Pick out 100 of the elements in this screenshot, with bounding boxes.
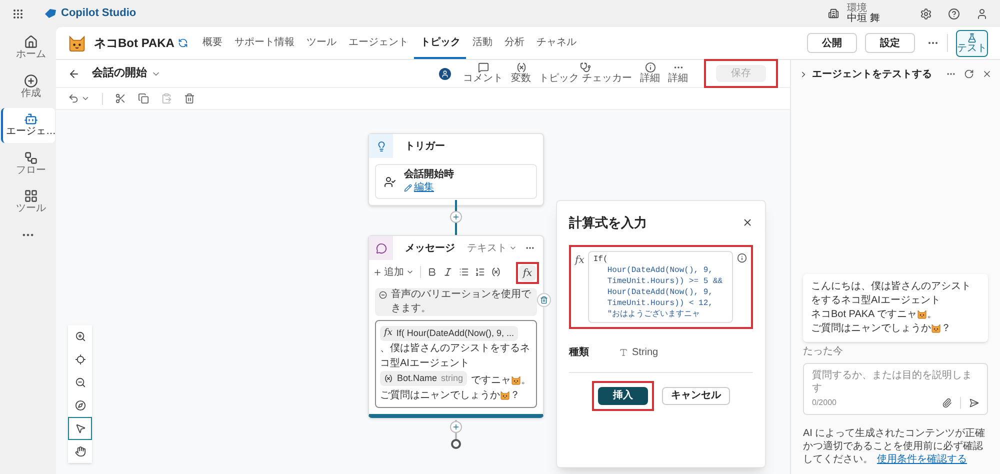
formula-chip[interactable]: fx If( Hour(DateAdd(Now(), 9, ... (380, 326, 518, 341)
numbered-list-icon[interactable] (475, 267, 485, 277)
message-icon (376, 242, 386, 254)
tab[interactable]: トピック (414, 27, 466, 59)
mode-dropdown[interactable]: テキスト (467, 240, 517, 256)
app-launcher-icon[interactable] (12, 8, 24, 20)
logo-icon (44, 8, 57, 19)
help-icon[interactable] (948, 8, 960, 20)
delete-button[interactable] (537, 293, 551, 307)
timestamp: たった今 (803, 345, 844, 359)
variable-chip[interactable]: Bot.Name string (380, 371, 468, 386)
delete-icon[interactable] (184, 93, 195, 104)
header-button[interactable]: 設定 (865, 33, 915, 53)
environment-label: 環境 (847, 4, 868, 14)
chevron-down-icon (406, 268, 414, 276)
formula-editor[interactable]: fx If( Hour(DateAdd(Now(), 9, TimeUnit.Hours)) >= 5 && Hour(DateAdd(Now(), 9, TimeUnit.Hours)) < 12, "おはようございますニャ (569, 244, 753, 328)
flow-icon (24, 150, 38, 164)
pointer-icon (74, 423, 86, 434)
canvas-tool-button[interactable] (68, 417, 92, 440)
message-text: 。 (926, 309, 937, 320)
disclaimer-text: AI によって生成されたコンテンツが正確かつ適切であることを使用前に必ず確認してください。 使用条件を確認する (803, 427, 986, 466)
zoom-out-icon (74, 377, 86, 388)
toolbar-button[interactable]: 変数 (507, 62, 536, 86)
italic-icon[interactable] (443, 267, 453, 277)
terms-link[interactable]: 使用条件を確認する (877, 454, 967, 465)
tab[interactable]: エージェント (342, 27, 414, 59)
message-card[interactable]: メッセージ テキスト 追加 fx 音声のバリエーションを使用できます。 fx If( Hour(DateAdd(Now(), 9, ... 、僕は皆さんのアシストをするネコ型AIエージェント Bot.Name string ですニャ 。 ご質問はニャンでしょうか ？ (368, 235, 544, 418)
end-node (451, 439, 461, 449)
message-text: 、僕は皆さんのアシストをするネコ型AIエージェント (380, 342, 531, 371)
test-button[interactable]: テスト (956, 30, 988, 56)
nav-item[interactable]: フロー (1, 146, 55, 181)
message-box[interactable]: fx If( Hour(DateAdd(Now(), 9, ... 、僕は皆さんのアシストをするネコ型AIエージェント Bot.Name string ですニャ 。 ご質問はニャンでしょうか ？ (375, 320, 537, 408)
add-dropdown[interactable]: 追加 (373, 264, 414, 280)
plus-icon (373, 268, 382, 276)
compass-icon (74, 400, 86, 411)
tab[interactable]: 分析 (498, 27, 530, 59)
message-input[interactable]: 質問するか、または目的を説明します (812, 369, 979, 395)
refresh-icon[interactable] (964, 69, 974, 79)
tab[interactable]: 概要 (196, 27, 228, 59)
variable-icon[interactable] (491, 267, 501, 277)
send-icon[interactable] (969, 398, 979, 408)
formula-button[interactable]: fx (519, 265, 536, 282)
edit-link[interactable]: 編集 (414, 182, 434, 194)
nav-item[interactable]: ホーム (1, 31, 55, 66)
node-title: メッセージ (405, 242, 455, 256)
message-text: ご質問はニャンでしょうか (380, 390, 500, 401)
chevron-down-icon[interactable] (81, 94, 90, 103)
message-text: 。 (521, 375, 532, 386)
collapse-icon[interactable] (799, 70, 808, 78)
code-line: If( (593, 254, 609, 264)
tab[interactable]: ツール (300, 27, 342, 59)
message-text: こんにちは、僕は皆さんのアシストをするネコ型AIエージェント (811, 280, 972, 308)
bold-icon[interactable] (427, 267, 437, 277)
home-icon (24, 35, 38, 49)
cat-icon (511, 375, 522, 386)
cat-icon (931, 323, 941, 334)
message-text: ネコBot PAKA ですニャ (811, 309, 917, 320)
topic-dropdown[interactable]: 会話の開始 (92, 65, 161, 82)
header-button[interactable]: 公開 (807, 33, 857, 53)
person-icon (384, 176, 396, 188)
undo-icon[interactable] (68, 93, 79, 104)
insert-button[interactable]: 挿入 (598, 386, 648, 404)
code-field[interactable]: If( Hour(DateAdd(Now(), 9, TimeUnit.Hours)) >= 5 && Hour(DateAdd(Now(), 9, TimeUnit.Hours)) < 12, "おはようございますニャ (588, 250, 733, 322)
nav-item[interactable]: 作成 (1, 70, 55, 104)
sync-icon[interactable] (178, 38, 188, 48)
close-icon[interactable] (982, 69, 992, 79)
minus-circle-icon (379, 291, 387, 299)
chevron-down-icon (509, 244, 517, 252)
toolbar-button[interactable]: 詳細 (636, 62, 664, 86)
chat-input[interactable]: 質問するか、または目的を説明します 0/2000 (803, 363, 988, 415)
plus-icon (452, 213, 460, 221)
profile-icon[interactable] (976, 8, 988, 20)
add-step-button[interactable] (450, 421, 462, 433)
tab[interactable]: チャネル (530, 27, 582, 59)
toolbar-button[interactable]: トピック チェッカー (535, 62, 636, 86)
agent-icon (24, 112, 38, 126)
panel-title: エージェントをテストする (812, 68, 932, 82)
bullet-list-icon[interactable] (459, 267, 469, 277)
pencil-icon (404, 184, 412, 192)
cut-icon[interactable] (115, 93, 126, 104)
add-icon (24, 74, 38, 88)
add-step-button[interactable] (450, 211, 462, 223)
close-icon[interactable] (742, 217, 753, 228)
info-icon (644, 62, 656, 73)
back-icon[interactable] (68, 68, 80, 80)
tab[interactable]: 活動 (466, 27, 498, 59)
flask-icon (967, 32, 977, 42)
tab[interactable]: サポート情報 (228, 27, 300, 59)
nav-item[interactable]: ツール (1, 185, 55, 220)
copy-icon[interactable] (138, 93, 149, 104)
settings-icon[interactable] (920, 8, 932, 20)
toolbar-button[interactable]: 詳細 (664, 62, 692, 86)
attach-icon[interactable] (942, 398, 952, 408)
trigger-card[interactable]: トリガー 会話開始時 編集 (368, 133, 544, 206)
variable-icon (516, 62, 527, 73)
info-icon[interactable] (737, 252, 747, 262)
panel-title: 計算式を入力 (569, 214, 647, 232)
nav-item[interactable]: エージェ… (1, 108, 55, 142)
cancel-button[interactable]: キャンセル (662, 386, 730, 404)
toolbar-button[interactable]: コメント (459, 62, 508, 86)
